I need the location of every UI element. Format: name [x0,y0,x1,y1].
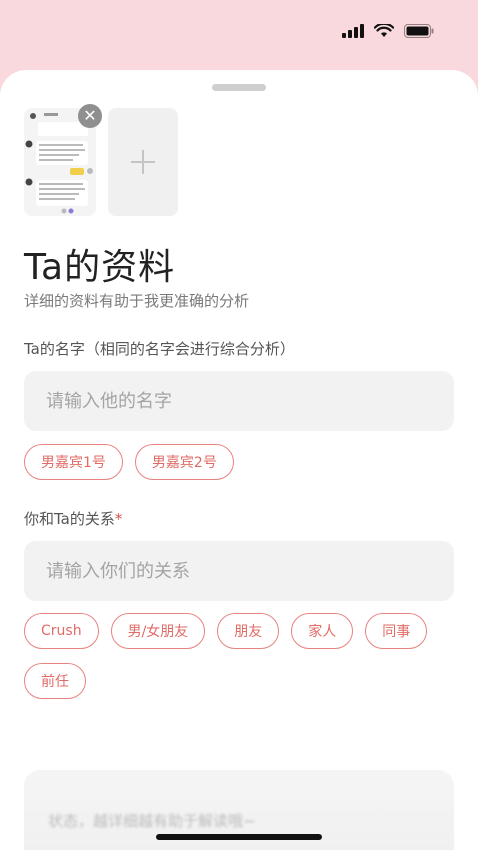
name-chip[interactable]: 男嘉宾2号 [134,444,234,480]
relation-label-text: 你和Ta的关系 [24,510,115,528]
relation-chip[interactable]: 前任 [24,663,86,699]
relation-chip[interactable]: 同事 [365,613,428,649]
name-chip-row: 男嘉宾1号 男嘉宾2号 [24,444,464,480]
relation-chip[interactable]: 家人 [291,613,354,649]
name-input[interactable] [24,371,454,431]
page-title: Ta的资料 [24,247,176,288]
relation-chip[interactable]: 朋友 [217,613,280,649]
status-bar [0,0,478,64]
name-chip[interactable]: 男嘉宾1号 [24,444,123,480]
bottom-sheet: ✕ Ta的资料 详细的资料有助于我更准确的分析 Ta的名字（相同的名字会进行综合… [0,70,478,850]
relation-input[interactable] [24,541,454,601]
wifi-icon [374,24,394,37]
relation-chip[interactable]: 男/女朋友 [110,613,206,649]
battery-icon [404,24,434,38]
relation-field-label: 你和Ta的关系* [24,508,122,529]
name-field-label: Ta的名字（相同的名字会进行综合分析） [24,340,295,358]
home-indicator [156,834,322,840]
relation-chip[interactable]: Crush [24,613,99,649]
plus-icon [131,150,155,174]
required-mark: * [114,510,123,528]
close-icon: ✕ [83,106,97,125]
relation-chip-row: Crush 男/女朋友 朋友 家人 同事 前任 [24,613,464,699]
add-screenshot-button[interactable] [108,108,178,216]
remove-screenshot-button[interactable]: ✕ [78,104,102,128]
sheet-grabber[interactable] [212,84,266,91]
cellular-signal-icon [342,24,364,38]
status-icons [342,24,434,38]
page-subtitle: 详细的资料有助于我更准确的分析 [24,292,250,310]
next-card-hint: 状态，越详细越有助于解读哦~ [48,812,256,830]
